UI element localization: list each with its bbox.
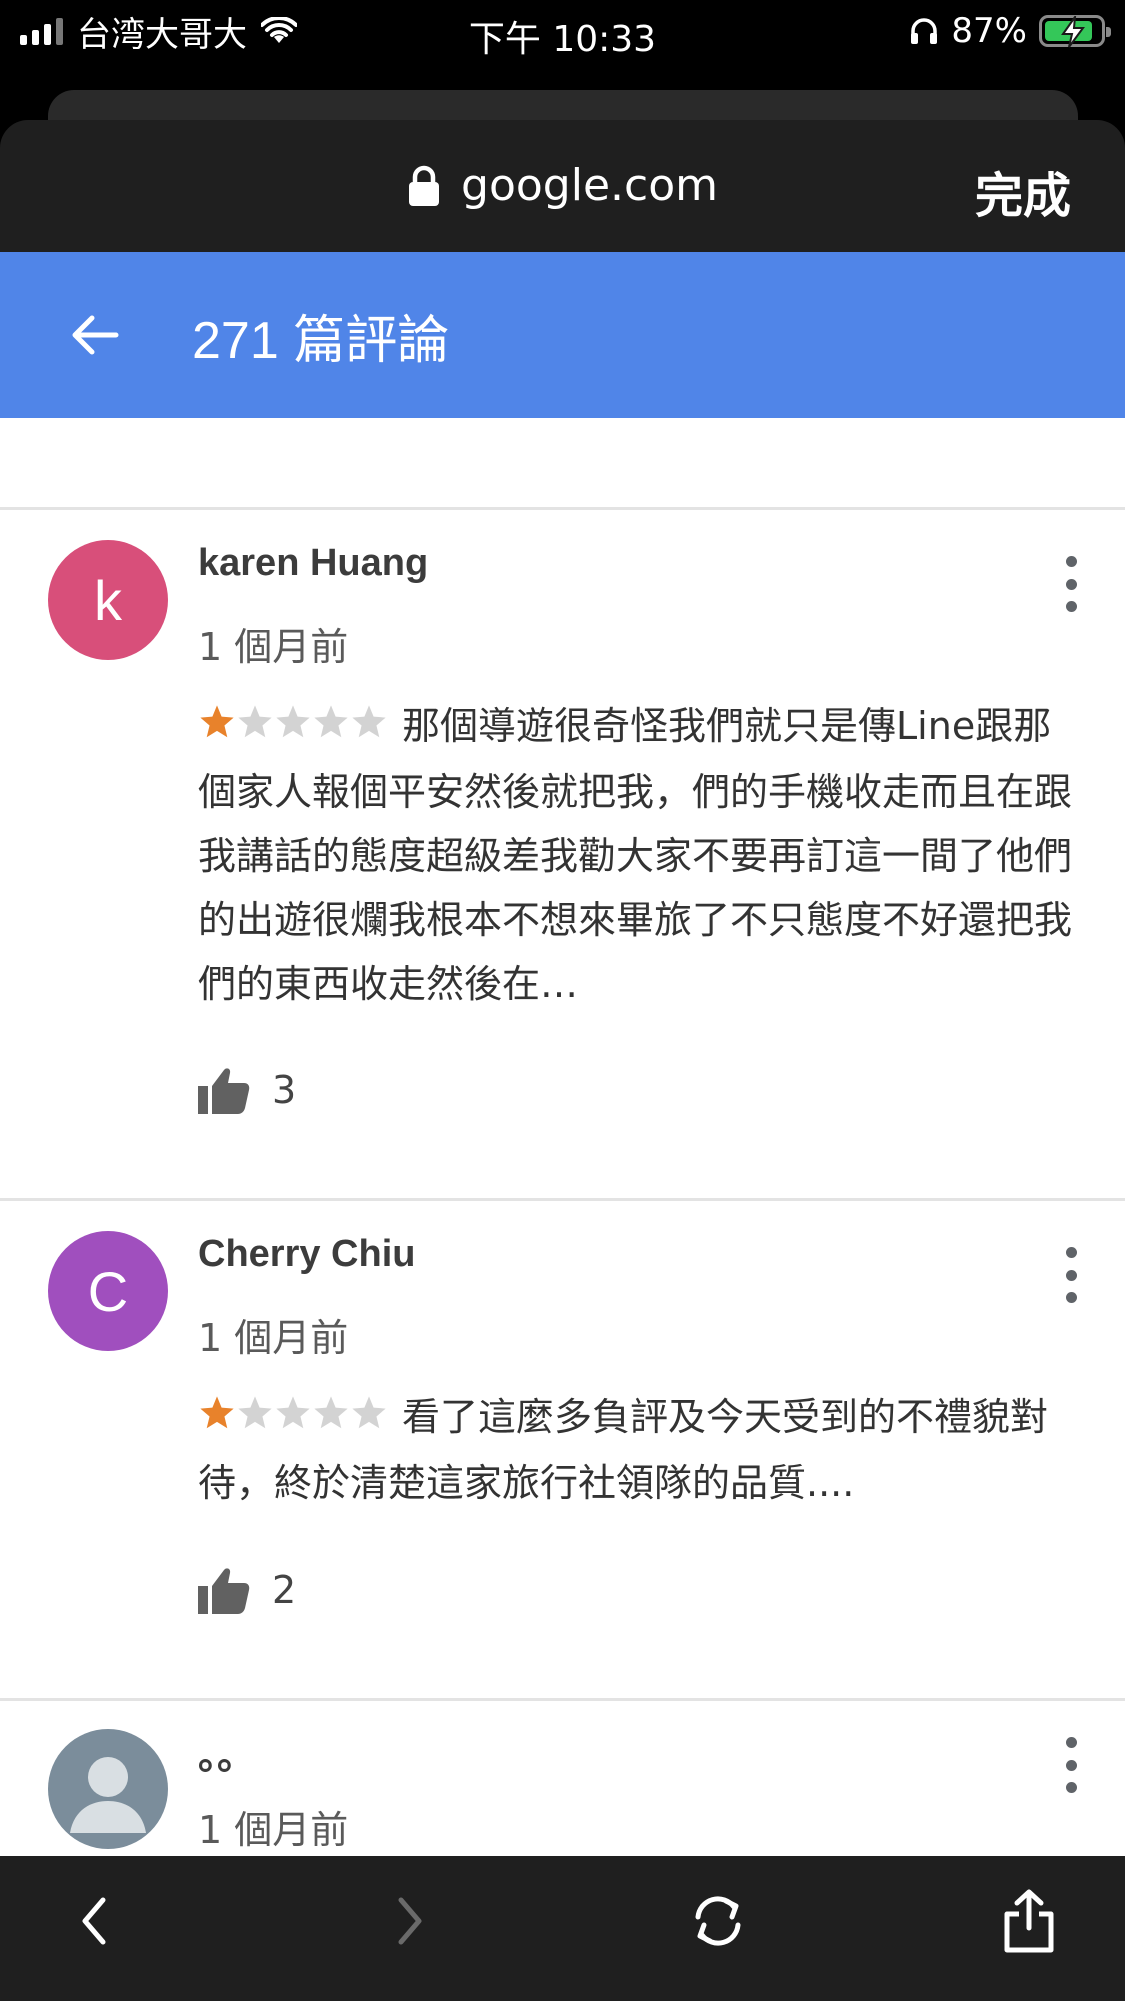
more-options-icon[interactable] xyxy=(1061,1737,1081,1793)
app-header: 271 篇評論 xyxy=(0,252,1125,418)
url-display[interactable]: google.com xyxy=(0,160,1125,211)
more-options-icon[interactable] xyxy=(1061,1247,1081,1303)
reviewer-name[interactable]: 。。 xyxy=(198,1725,255,1780)
browser-url-bar: google.com 完成 xyxy=(0,120,1125,252)
status-bar: 台湾大哥大 下午 10:33 87% xyxy=(0,0,1125,62)
like-button[interactable]: 3 xyxy=(198,1066,296,1114)
headphones-icon xyxy=(911,18,938,44)
forward-icon[interactable] xyxy=(374,1886,444,1956)
like-count: 3 xyxy=(272,1068,297,1112)
battery-percent: 87% xyxy=(951,11,1027,51)
browser-toolbar xyxy=(0,1856,1125,2001)
star-icon xyxy=(314,1396,348,1429)
review-date: 1 個月前 xyxy=(198,1808,349,1852)
star-rating xyxy=(198,1387,388,1451)
divider xyxy=(0,1698,1125,1701)
star-icon xyxy=(314,705,348,738)
star-icon xyxy=(200,705,234,738)
reload-icon[interactable] xyxy=(683,1886,753,1956)
review-text-block: 看了這麼多負評及今天受到的不禮貌對待，終於清楚這家旅行社領隊的品質.... xyxy=(198,1385,1078,1515)
done-button[interactable]: 完成 xyxy=(975,156,1071,226)
default-user-icon xyxy=(70,1757,146,1833)
star-rating xyxy=(198,696,388,760)
battery-charging-icon xyxy=(1039,15,1111,48)
back-icon[interactable] xyxy=(60,1886,130,1956)
thumbs-up-icon xyxy=(198,1068,250,1114)
avatar[interactable]: C xyxy=(48,1231,168,1351)
avatar[interactable]: k xyxy=(48,540,168,660)
page-title: 271 篇評論 xyxy=(192,312,450,370)
lock-icon xyxy=(409,165,440,206)
divider xyxy=(0,507,1125,510)
like-count: 2 xyxy=(272,1568,297,1612)
back-arrow-icon[interactable] xyxy=(66,306,124,364)
star-icon xyxy=(352,1396,386,1429)
reviewer-name[interactable]: Cherry Chiu xyxy=(198,1233,415,1276)
more-options-icon[interactable] xyxy=(1061,556,1081,612)
star-icon xyxy=(238,705,272,738)
star-icon xyxy=(276,705,310,738)
review-date: 1 個月前 xyxy=(198,1316,349,1360)
review-date: 1 個月前 xyxy=(198,625,349,669)
avatar[interactable] xyxy=(48,1729,168,1849)
reviewer-name[interactable]: karen Huang xyxy=(198,542,428,585)
thumbs-up-icon xyxy=(198,1568,250,1614)
like-button[interactable]: 2 xyxy=(198,1566,296,1614)
domain-label: google.com xyxy=(461,160,718,211)
star-icon xyxy=(352,705,386,738)
star-icon xyxy=(276,1396,310,1429)
share-icon[interactable] xyxy=(994,1886,1064,1956)
star-icon xyxy=(200,1396,234,1429)
divider xyxy=(0,1198,1125,1201)
review-text-block: 那個導遊很奇怪我們就只是傳Line跟那個家人報個平安然後就把我，們的手機收走而且… xyxy=(198,694,1078,1016)
reviews-list[interactable]: k karen Huang 1 個月前 那個導遊很奇怪我們就只是傳Line跟那個… xyxy=(0,418,1125,1856)
star-icon xyxy=(238,1396,272,1429)
